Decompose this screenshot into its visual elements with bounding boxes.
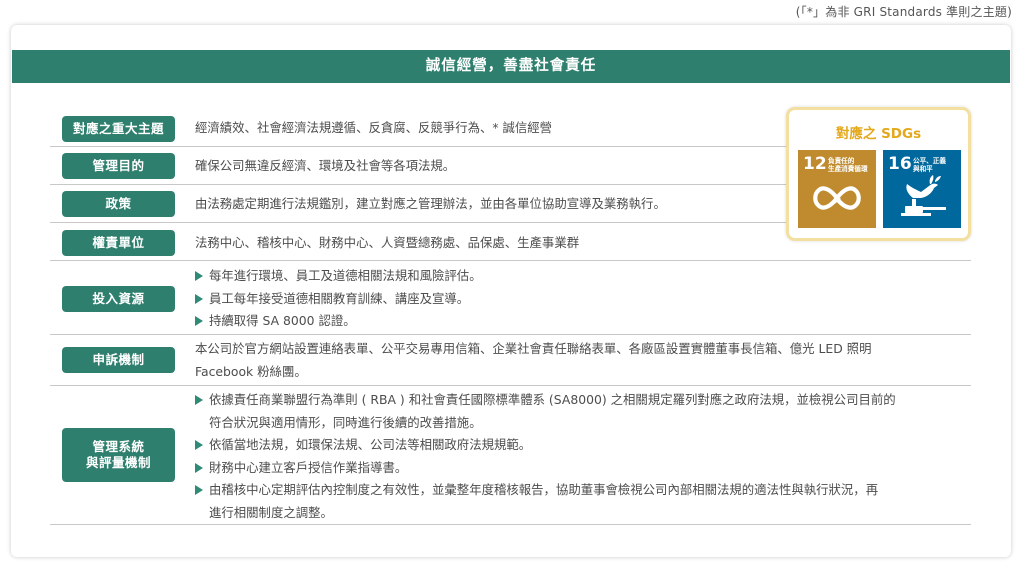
text-line: 依據責任商業聯盟行為準則 ( RBA ) 和社會責任國際標準體系 (SA8000…	[209, 392, 896, 407]
text-line: 符合狀況與適用情形，同時進行後續的改善措施。	[209, 414, 482, 430]
text-grievance: 本公司於官方網站設置連絡表單、公平交易專用信箱、企業社會責任聯絡表單、各廠區設置…	[195, 338, 871, 383]
infinity-loop-icon	[813, 186, 861, 210]
list-item: 每年進行環境、員工及道德相關法規和風險評估。	[195, 265, 482, 288]
sdg-title: 對應之 SDGs	[835, 126, 922, 142]
label-responsible-units: 權責單位	[62, 230, 175, 256]
resources-list: 每年進行環境、員工及道德相關法規和風險評估。 員工每年接受道德相關教育訓練、講座…	[195, 265, 482, 333]
text-policy: 由法務處定期進行法規鑑別，建立對應之管理辦法，並由各單位協助宣導及業務執行。	[195, 196, 666, 211]
text-line: 由稽核中心定期評估內控制度之有效性，並彙整年度稽核報告，協助董事會檢視公司內部相…	[209, 482, 879, 497]
label-resources: 投入資源	[62, 286, 175, 312]
gri-note: (「*」為非 GRI Standards 準則之主題)	[795, 5, 1012, 19]
text-material-topics: 經濟績效、社會經濟法規遵循、反貪腐、反競爭行為、* 誠信經營	[195, 120, 553, 135]
management-system-list: 依據責任商業聯盟行為準則 ( RBA ) 和社會責任國際標準體系 (SA8000…	[195, 389, 896, 524]
label-policy: 政策	[62, 191, 175, 217]
list-item: 依據責任商業聯盟行為準則 ( RBA ) 和社會責任國際標準體系 (SA8000…	[195, 389, 896, 434]
text-line: 進行相關制度之調整。	[209, 504, 333, 520]
dove-gavel-icon	[901, 175, 946, 216]
label-grievance: 申訴機制	[62, 347, 175, 373]
text-line: 本公司於官方網站設置連絡表單、公平交易專用信箱、企業社會責任聯絡表單、各廠區設置…	[195, 341, 872, 356]
label-line: 與評量機制	[85, 455, 151, 470]
list-item: 持續取得 SA 8000 認證。	[195, 310, 482, 333]
label-material-topics: 對應之重大主題	[62, 116, 175, 142]
row-management-system: 管理系統 與評量機制 依據責任商業聯盟行為準則 ( RBA ) 和社會責任國際標…	[50, 386, 971, 525]
sdg-tile-12: 12 負責任的 生產消費循環	[798, 150, 876, 228]
label-management-system: 管理系統 與評量機制	[62, 428, 175, 482]
section-title: 誠信經營，善盡社會責任	[12, 50, 1010, 83]
label-management-purpose: 管理目的	[62, 153, 175, 179]
list-item: 依循當地法規，如環保法規、公司法等相關政府法規規範。	[195, 434, 896, 457]
row-resources: 投入資源 每年進行環境、員工及道德相關法規和風險評估。 員工每年接受道德相關教育…	[50, 261, 971, 335]
list-item: 由稽核中心定期評估內控制度之有效性，並彙整年度稽核報告，協助董事會檢視公司內部相…	[195, 479, 896, 524]
text-management-purpose: 確保公司無違反經濟、環境及社會等各項法規。	[195, 158, 456, 173]
row-grievance: 申訴機制 本公司於官方網站設置連絡表單、公平交易專用信箱、企業社會責任聯絡表單、…	[50, 335, 971, 386]
text-responsible-units: 法務中心、稽核中心、財務中心、人資暨總務處、品保處、生產事業群	[195, 235, 580, 250]
sdg-tile-16: 16 公平、正義 與和平	[883, 150, 961, 228]
sdg-panel: 對應之 SDGs 12 負責任的 生產消費循環 16 公平、正義 與和平	[786, 107, 971, 241]
list-item: 員工每年接受道德相關教育訓練、講座及宣導。	[195, 288, 482, 311]
list-item: 財務中心建立客戶授信作業指導書。	[195, 457, 896, 480]
label-line: 管理系統	[92, 439, 145, 454]
text-line: Facebook 粉絲團。	[195, 363, 307, 379]
